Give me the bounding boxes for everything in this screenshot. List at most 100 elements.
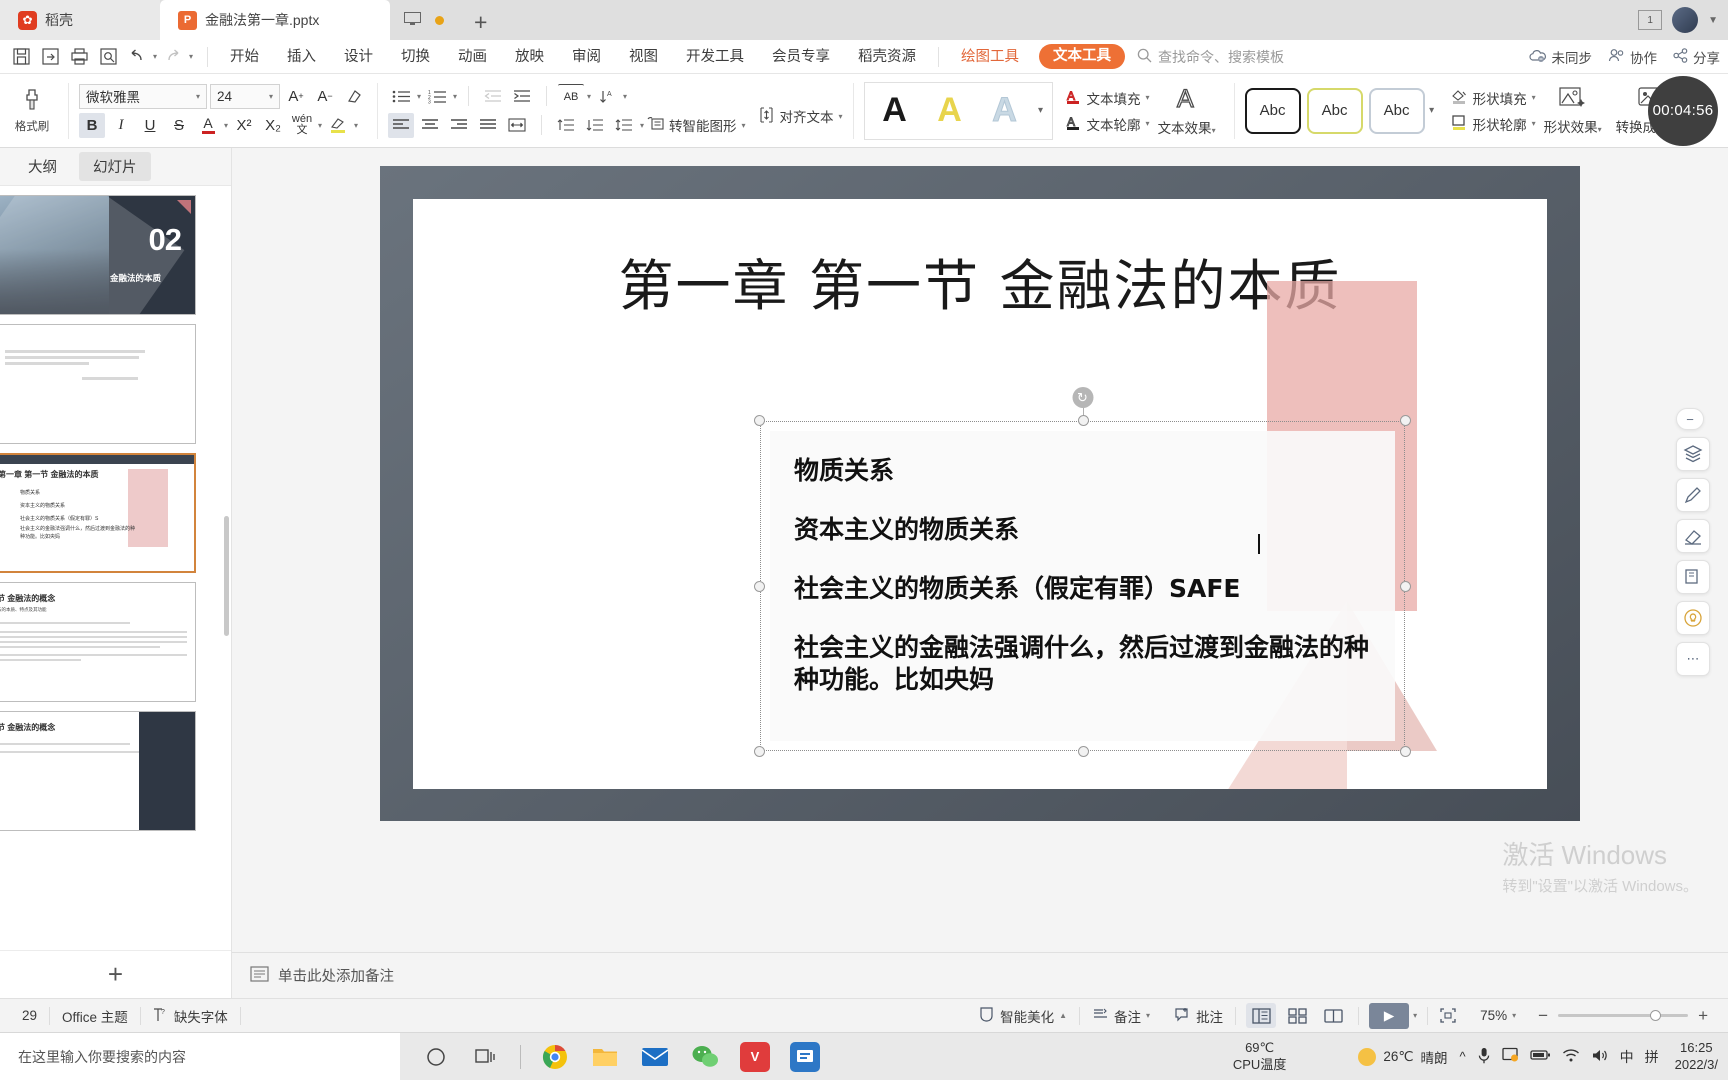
cortana-icon[interactable]	[414, 1035, 458, 1079]
shape-style-more-button[interactable]: ▾	[1425, 83, 1439, 139]
text-effect-button[interactable]: A 文本效果▾	[1150, 84, 1224, 137]
monitor-icon[interactable]	[404, 11, 421, 29]
wordart-style-2[interactable]: A	[924, 85, 976, 137]
zoom-out-button[interactable]: −	[1538, 1006, 1548, 1026]
show-hidden-icons-icon[interactable]: ^	[1460, 1049, 1466, 1064]
menu-item-insert[interactable]: 插入	[273, 40, 330, 74]
bold-button[interactable]: B	[79, 112, 105, 138]
bullet-dropdown-icon[interactable]: ▾	[417, 92, 421, 101]
numbered-list-icon[interactable]: 123	[424, 84, 450, 109]
new-tab-button[interactable]: +	[458, 4, 503, 40]
sync-status[interactable]: 未同步	[1528, 47, 1592, 67]
add-slide-button[interactable]: +	[102, 959, 130, 989]
font-name-select[interactable]: 微软雅黑 ▾	[79, 83, 207, 109]
video-app-icon[interactable]: V	[733, 1035, 777, 1079]
idea-tool-button[interactable]	[1676, 601, 1710, 635]
slide-thumbnail-2[interactable]	[0, 324, 196, 444]
resize-handle-nw[interactable]	[754, 415, 765, 426]
restore-window-button[interactable]: 1	[1638, 10, 1663, 30]
view-normal-button[interactable]	[1246, 1003, 1277, 1028]
view-reading-button[interactable]	[1318, 1003, 1348, 1028]
slide-thumbnail-5[interactable]: 节 金融法的概念	[0, 711, 196, 831]
cpu-temperature-widget[interactable]: 69℃ CPU温度	[1233, 1040, 1286, 1073]
copy-tool-button[interactable]	[1676, 560, 1710, 594]
microphone-icon[interactable]	[1477, 1047, 1491, 1067]
subscript-button[interactable]: X₂	[260, 113, 286, 138]
zoom-in-button[interactable]: +	[1698, 1006, 1708, 1026]
format-brush-button[interactable]: 格式刷	[6, 87, 58, 134]
mail-icon[interactable]	[633, 1035, 677, 1079]
start-slideshow-button[interactable]: ▶	[1369, 1002, 1410, 1029]
slide-surface[interactable]: 第一章 第一节 金融法的本质 物质关系 资本主义的物质关系 社会主义的物质关系（…	[413, 199, 1547, 789]
collapse-panel-button[interactable]: −	[1676, 408, 1704, 430]
line-spacing-after-icon[interactable]	[582, 113, 608, 138]
fit-to-window-button[interactable]	[1428, 1008, 1468, 1023]
print-icon[interactable]	[66, 45, 92, 69]
shape-style-2[interactable]: Abc	[1306, 87, 1363, 134]
number-dropdown-icon[interactable]: ▾	[453, 92, 457, 101]
slide-stage[interactable]: 第一章 第一节 金融法的本质 物质关系 资本主义的物质关系 社会主义的物质关系（…	[232, 148, 1728, 952]
pen-tool-button[interactable]	[1676, 478, 1710, 512]
menu-item-member[interactable]: 会员专享	[758, 40, 844, 74]
decrease-indent-icon[interactable]	[480, 84, 506, 109]
layers-tool-button[interactable]	[1676, 437, 1710, 471]
align-center-button[interactable]	[417, 113, 443, 138]
wechat-icon[interactable]	[683, 1035, 727, 1079]
resize-handle-ne[interactable]	[1400, 415, 1411, 426]
justify-button[interactable]	[475, 113, 501, 138]
align-left-button[interactable]	[388, 112, 414, 138]
resize-handle-n[interactable]	[1077, 415, 1089, 426]
increase-font-size-button[interactable]: A +	[283, 84, 309, 109]
tab-document[interactable]: P 金融法第一章.pptx	[160, 0, 390, 40]
convert-smartart-button[interactable]: 转智能图形 ▾	[647, 115, 746, 135]
theme-name[interactable]: Office 主题	[50, 1006, 140, 1026]
line-height-dropdown-icon[interactable]: ▾	[640, 121, 644, 130]
sort-icon[interactable]: A	[594, 84, 620, 109]
text-fill-button[interactable]: A 文本填充 ▾	[1065, 88, 1150, 108]
clear-format-icon[interactable]	[341, 84, 367, 109]
menu-item-review[interactable]: 审阅	[558, 40, 615, 74]
strikethrough-button[interactable]: S	[166, 113, 192, 138]
increase-indent-icon[interactable]	[509, 84, 535, 109]
bullet-list-icon[interactable]	[388, 84, 414, 109]
slide-thumbnail-list[interactable]: 02 金融法的本质 第一章 第一节 金融法的本质 物质关系 资本主义的物质关系 …	[0, 186, 231, 950]
taskbar-clock[interactable]: 16:25 2022/3/	[1671, 1040, 1718, 1073]
menu-item-animation[interactable]: 动画	[444, 40, 501, 74]
save-icon[interactable]	[8, 45, 34, 69]
align-right-button[interactable]	[446, 113, 472, 138]
line-spacing-before-icon[interactable]	[553, 113, 579, 138]
slide-thumbnail-4[interactable]: 节 金融法的概念 法的本质、特点及其功能	[0, 582, 196, 702]
slide-thumbnail-3[interactable]: 第一章 第一节 金融法的本质 物质关系 资本主义的物质关系 社会主义的物质关系（…	[0, 453, 196, 573]
italic-button[interactable]: I	[108, 113, 134, 138]
shape-outline-button[interactable]: 形状轮廓 ▾	[1451, 114, 1536, 134]
slide-thumbnail-1[interactable]: 02 金融法的本质	[0, 195, 196, 315]
font-color-button[interactable]: A	[195, 113, 221, 138]
text-direction-dropdown-icon[interactable]: ▾	[587, 92, 591, 101]
menu-item-slideshow[interactable]: 放映	[501, 40, 558, 74]
zoom-slider[interactable]: − +	[1528, 1006, 1718, 1026]
redo-icon[interactable]	[160, 45, 186, 69]
notes-toggle-button[interactable]: 备注 ▾	[1080, 1006, 1162, 1026]
comment-button[interactable]: 批注	[1162, 1006, 1235, 1026]
resize-handle-sw[interactable]	[754, 746, 765, 757]
smart-beautify-button[interactable]: 智能美化 ▲	[966, 1006, 1079, 1026]
shape-fill-button[interactable]: 形状填充 ▾	[1451, 88, 1536, 108]
notes-pane[interactable]: 单击此处添加备注	[232, 952, 1728, 998]
wordart-gallery-more-button[interactable]: ▾	[1034, 83, 1048, 139]
menu-item-text-tool[interactable]: 文本工具	[1039, 44, 1126, 69]
chrome-icon[interactable]	[533, 1035, 577, 1079]
tab-slides[interactable]: 幻灯片	[79, 152, 151, 181]
sort-dropdown-icon[interactable]: ▾	[623, 92, 627, 101]
shape-style-3[interactable]: Abc	[1368, 87, 1425, 134]
resize-handle-e[interactable]	[1400, 581, 1411, 592]
shape-style-1[interactable]: Abc	[1244, 87, 1301, 134]
share-button[interactable]: 分享	[1673, 47, 1720, 67]
selected-textbox[interactable]: 物质关系 资本主义的物质关系 社会主义的物质关系（假定有罪）SAFE 社会主义的…	[754, 387, 1411, 757]
text-direction-icon[interactable]: AB	[558, 83, 585, 109]
task-view-icon[interactable]	[464, 1035, 508, 1079]
phonetic-dropdown-icon[interactable]: ▾	[318, 121, 322, 130]
wordart-style-1[interactable]: A	[869, 85, 921, 137]
wordart-style-3[interactable]: A	[979, 85, 1031, 137]
zoom-level[interactable]: 75% ▾	[1468, 1008, 1528, 1023]
eraser-tool-button[interactable]	[1676, 519, 1710, 553]
